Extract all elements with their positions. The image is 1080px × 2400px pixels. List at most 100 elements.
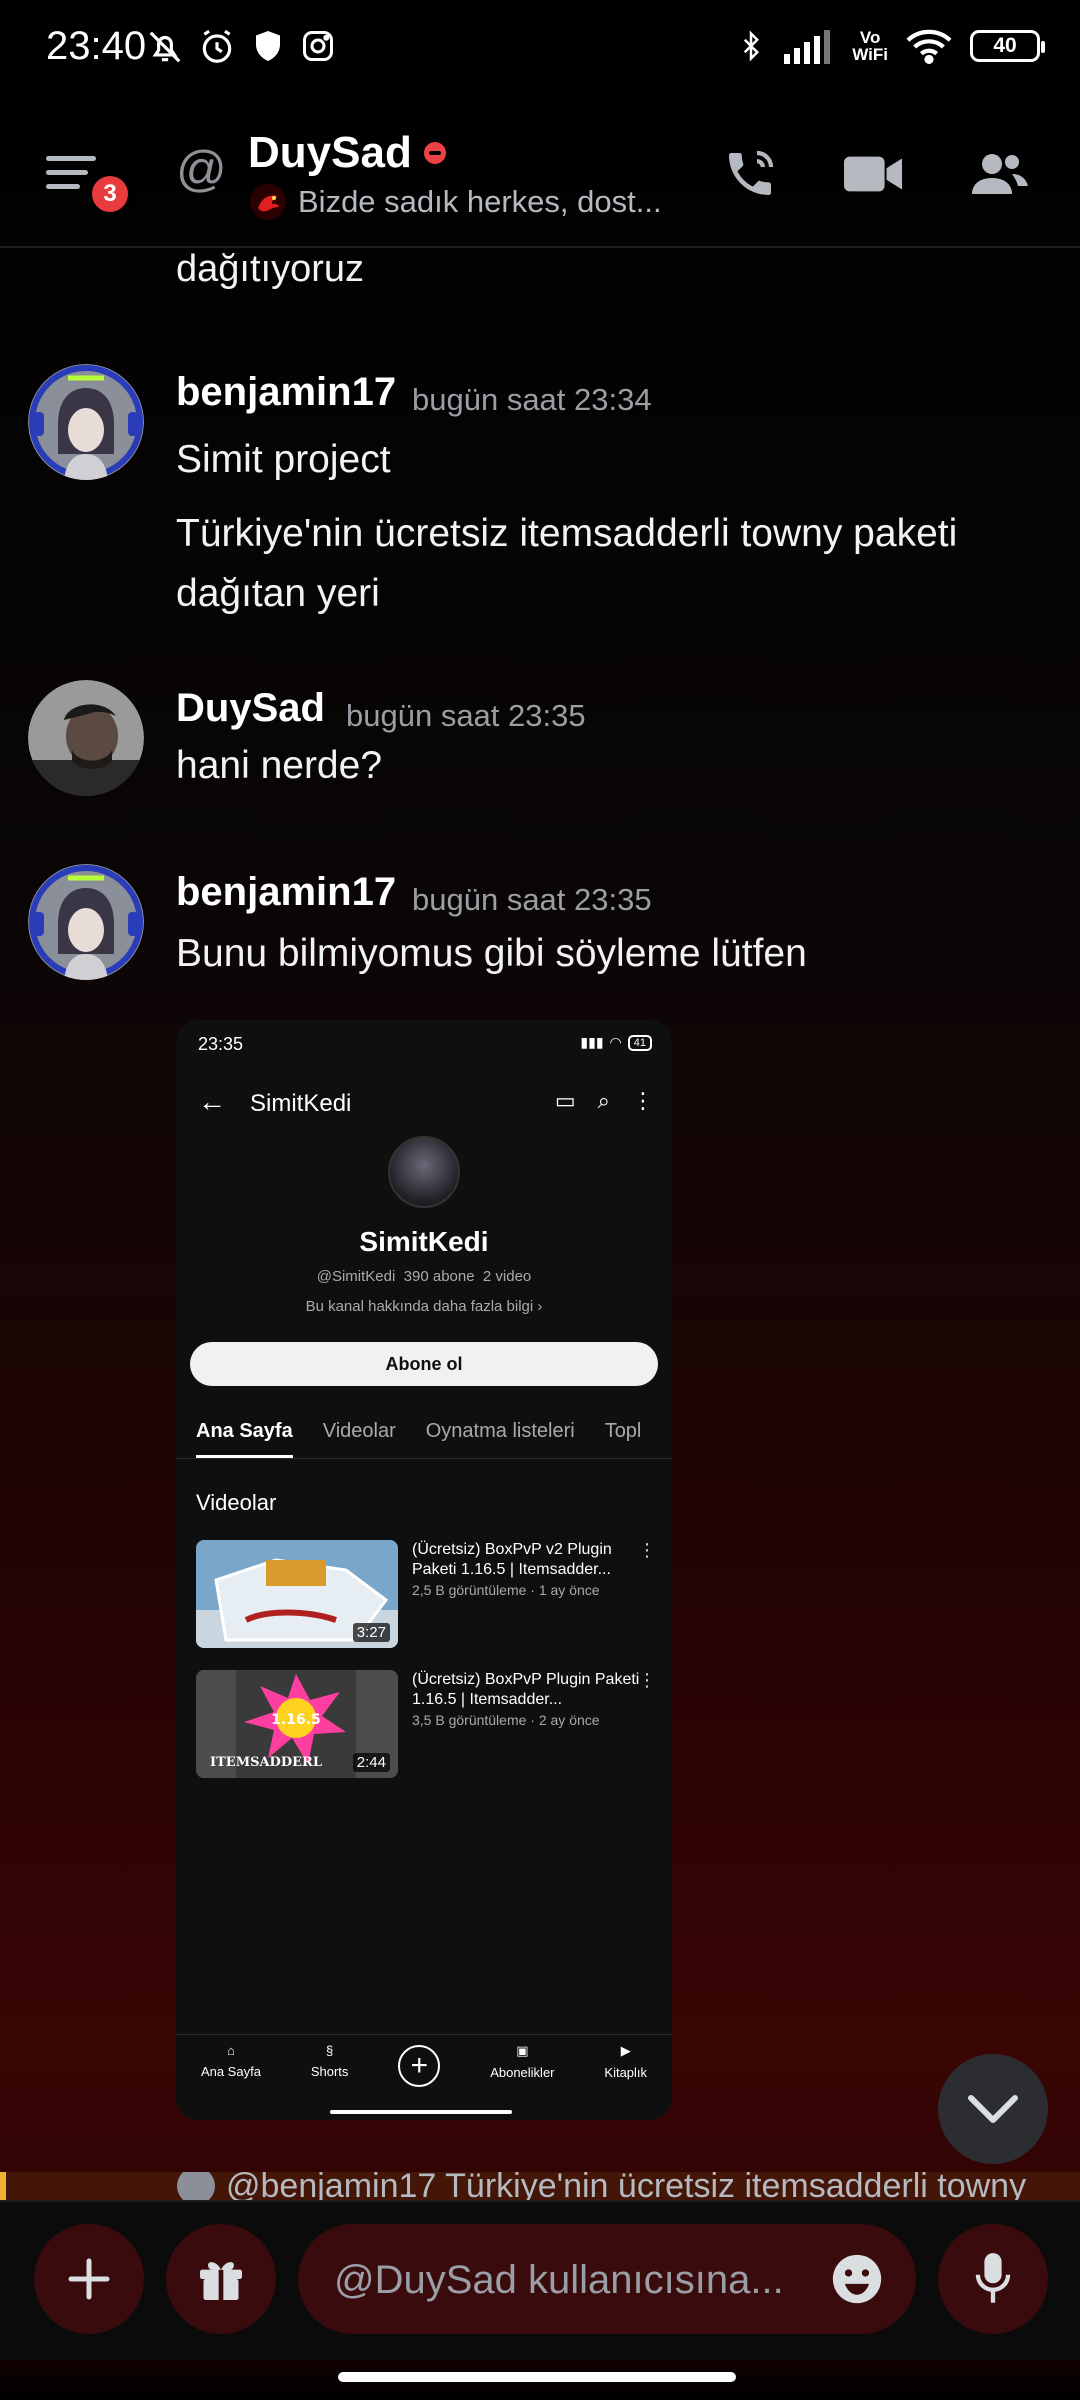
gift-button[interactable] [166,2224,276,2334]
yt-tab: Videolar [322,1420,396,1442]
home-icon: ⌂ [227,2043,235,2058]
message-timestamp: bugün saat 23:34 [412,382,652,417]
yt-nav-subscriptions: ▣ Abonelikler [490,2043,555,2080]
message-group: benjamin17 bugün saat 23:35 Bunu bilmiyo… [0,862,1080,992]
dm-name: DuySad [248,128,412,177]
yt-channel-title: SimitKedi [359,1226,489,1257]
alarm-icon [202,29,232,63]
image-attachment[interactable]: 23:35 ▮▮▮ ◠ 41 ← SimitKedi ▭ ⌕ ⋮ SimitKe… [176,1020,672,2120]
cast-icon: ▭ [554,1088,576,1113]
dragon-emoji-icon [250,184,286,220]
reply-preview[interactable]: @benjamin17 Türkiye'nin ücretsiz itemsad… [0,2172,1080,2200]
voice-message-button[interactable] [938,2224,1048,2334]
battery-indicator: 40 [970,30,1045,62]
yt-nav-library: ▶ Kitaplık [604,2043,648,2080]
more-icon: ⋮ [638,1540,656,1560]
anime-avatar-icon [28,864,144,980]
yt-bottom-nav: ⌂ Ana Sayfa § Shorts + ▣ Abonelikler ▶ Kitap… [176,2034,672,2100]
message-text: Türkiye'nin ücretsiz itemsadderli towny … [176,512,958,555]
dnd-status-icon [423,142,446,164]
yt-tabs: Ana Sayfa Videolar Oynatma listeleri Top… [196,1420,641,1458]
custom-status: Bizde sadık herkes, dost... [248,182,662,222]
add-attachment-button[interactable] [34,2224,144,2334]
home-indicator [338,2372,736,2382]
yt-tab-divider [176,1458,672,1459]
more-icon: ⋮ [632,1088,654,1113]
message-input-placeholder: @DuySad kullanıcısına... [334,2258,784,2302]
status-left-icons [146,28,336,66]
signal-icon [784,30,831,64]
video-call-icon[interactable] [844,151,902,197]
avatar[interactable] [28,364,144,480]
search-icon: ⌕ [597,1088,610,1113]
gift-icon [200,2262,242,2300]
message-group: DuySad bugün saat 23:35 hani nerde? [0,680,1080,820]
wifi-icon [906,29,952,64]
yt-channel-avatar [388,1136,460,1208]
bluetooth-icon [744,30,760,62]
vowifi-icon: Vo WiFi [852,28,888,64]
emoji-button[interactable] [828,2250,886,2313]
shorts-icon: § [326,2043,334,2058]
mini-wifi-icon: ◠ [609,1034,622,1050]
avatar[interactable] [28,864,144,980]
yt-tab: Ana Sayfa [196,1420,293,1458]
yt-subscribe-button: Abone ol [190,1342,658,1386]
bell-muted-icon [149,31,181,63]
thumbnail-version-text: 1.16.5 [271,1712,321,1728]
yt-channel-more: Bu kanal hakkında daha fazla bilgi › [305,1298,543,1315]
yt-video-title: (Ücretsiz) BoxPvP Plugin Paketi 1.16.5 |… [412,1671,640,1708]
library-icon: ▶ [620,2043,631,2058]
more-icon: ⋮ [638,1670,656,1690]
user-photo-avatar-icon [28,680,144,796]
message-author[interactable]: DuySad [176,686,325,731]
anime-avatar-icon [28,364,144,480]
dm-title[interactable]: DuySad [248,128,446,178]
dm-header: 3 @ DuySad Bizde sadık herkes, dost... [0,110,1080,248]
voice-call-icon[interactable] [722,146,778,202]
reply-text: @benjamin17 Türkiye'nin ücretsiz itemsad… [226,2172,1027,2200]
attachment-battery: 41 [627,1034,652,1051]
subscriptions-icon: ▣ [516,2043,529,2058]
reply-avatar-icon [177,2172,215,2200]
message-composer: @DuySad kullanıcısına... [0,2200,1080,2360]
yt-top-icons: ▭ ⌕ ⋮ [555,1088,654,1114]
message-author[interactable]: benjamin17 [176,870,396,915]
yt-video-meta: 3,5 B görüntüleme · 2 ay önce [412,1712,600,1728]
yt-nav-home: ⌂ Ana Sayfa [200,2043,261,2079]
message-input[interactable]: @DuySad kullanıcısına... [298,2224,916,2334]
thumbnail-brand-text: ITEMSADDERL [210,1755,322,1770]
plus-icon [68,2258,110,2300]
yt-nav-create: + [398,2035,441,2100]
scroll-to-bottom-button[interactable] [938,2054,1048,2164]
yt-video-item: 3:27 (Ücretsiz) BoxPvP v2 Plugin Paketi … [196,1540,656,1648]
yt-topbar: ← SimitKedi ▭ ⌕ ⋮ [176,1080,672,1130]
members-icon[interactable] [968,149,1028,199]
avatar[interactable] [28,680,144,796]
yt-tab: Topl [604,1420,642,1442]
notification-badge: 3 [88,172,132,216]
at-icon: @ [176,141,227,197]
yt-section-title: Videolar [196,1490,277,1515]
menu-button[interactable]: 3 [44,150,132,216]
message-author[interactable]: benjamin17 [176,370,396,415]
message-group: benjamin17 bugün saat 23:34 Simit projec… [0,362,1080,622]
message-text: Bunu bilmiyomus gibi söyleme lütfen [176,932,807,975]
mini-signal-icon: ▮▮▮ [580,1034,604,1050]
attachment-status-icons: ▮▮▮ ◠ 41 [580,1034,652,1051]
shield-icon [256,31,280,61]
yt-thumbnail: 3:27 [196,1540,398,1648]
instagram-icon [303,31,333,61]
yt-thumbnail: 1.16.5 ITEMSADDERL 2:44 [196,1670,398,1778]
yt-video-item: 1.16.5 ITEMSADDERL 2:44 (Ücretsiz) BoxPv… [196,1670,656,1778]
message-timestamp: bugün saat 23:35 [346,698,586,733]
attachment-status-time: 23:35 [198,1034,244,1054]
yt-video-title: (Ücretsiz) BoxPvP v2 Plugin Paketi 1.16.… [412,1541,612,1578]
yt-nav-shorts: § Shorts [310,2043,349,2079]
yt-duration: 3:27 [352,1623,390,1642]
yt-channel-meta: @SimitKedi 390 abone 2 video [316,1268,532,1285]
emoji-icon [832,2254,882,2304]
yt-channel-name: SimitKedi [250,1090,352,1117]
yt-duration: 2:44 [352,1753,390,1772]
chevron-down-icon [968,2095,1018,2123]
